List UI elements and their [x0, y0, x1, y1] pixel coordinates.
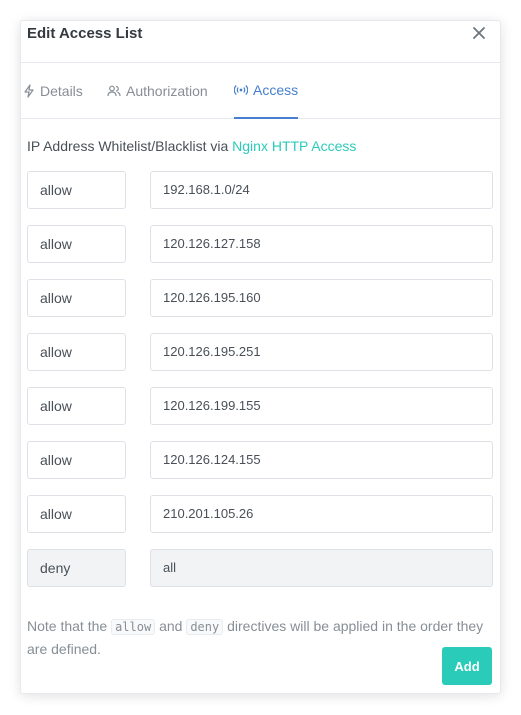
note-code-allow: allow [111, 619, 156, 635]
directive-select[interactable]: allow [27, 279, 126, 317]
note-code-deny: deny [186, 619, 224, 635]
intro-text: IP Address Whitelist/Blacklist via Nginx… [27, 137, 493, 159]
address-input[interactable]: 120.126.199.155 [150, 387, 493, 425]
directive-select[interactable]: allow [27, 441, 126, 479]
note-prefix: Note that the [27, 618, 112, 634]
address-input[interactable]: 192.168.1.0/24 [150, 171, 493, 209]
close-icon[interactable] [470, 24, 488, 42]
address-input[interactable]: 120.126.195.251 [150, 333, 493, 371]
access-content: IP Address Whitelist/Blacklist via Nginx… [27, 137, 493, 657]
nginx-http-access-link[interactable]: Nginx HTTP Access [232, 138, 356, 154]
address-input-disabled: all [150, 549, 493, 587]
rule-row: allow 120.126.195.251 [27, 333, 493, 371]
tab-authorization[interactable]: Authorization [107, 63, 208, 119]
directive-select-disabled: deny [27, 549, 126, 587]
address-input[interactable]: 210.201.105.26 [150, 495, 493, 533]
intro-label: IP Address Whitelist/Blacklist via [27, 138, 233, 154]
order-note: Note that the allow and deny directives … [27, 615, 497, 660]
directive-select[interactable]: allow [27, 171, 126, 209]
tab-details-label: Details [40, 83, 83, 99]
rule-row: allow 210.201.105.26 [27, 495, 493, 533]
users-icon [107, 84, 121, 98]
note-mid: and [155, 618, 187, 634]
address-input[interactable]: 120.126.124.155 [150, 441, 493, 479]
directive-select[interactable]: allow [27, 225, 126, 263]
modal-title: Edit Access List [27, 25, 143, 42]
address-input[interactable]: 120.126.195.160 [150, 279, 493, 317]
tab-access[interactable]: Access [234, 63, 299, 119]
broadcast-icon [234, 84, 248, 96]
edit-access-list-modal: Edit Access List Details Authorization A… [20, 20, 501, 694]
address-input[interactable]: 120.126.127.158 [150, 225, 493, 263]
directive-select[interactable]: allow [27, 387, 126, 425]
tab-authorization-label: Authorization [126, 83, 208, 99]
rule-row: allow 120.126.195.160 [27, 279, 493, 317]
rule-row: allow 120.126.124.155 [27, 441, 493, 479]
modal-header: Edit Access List [21, 21, 500, 63]
rule-row: allow 120.126.199.155 [27, 387, 493, 425]
rule-row: allow 192.168.1.0/24 [27, 171, 493, 209]
rule-row: allow 120.126.127.158 [27, 225, 493, 263]
add-button[interactable]: Add [442, 647, 492, 685]
tab-access-label: Access [253, 82, 299, 98]
bolt-icon [23, 84, 35, 98]
directive-select[interactable]: allow [27, 333, 126, 371]
rule-row-default: deny all [27, 549, 493, 587]
tab-details[interactable]: Details [23, 63, 83, 119]
tab-bar: Details Authorization Access [21, 63, 500, 119]
directive-select[interactable]: allow [27, 495, 126, 533]
